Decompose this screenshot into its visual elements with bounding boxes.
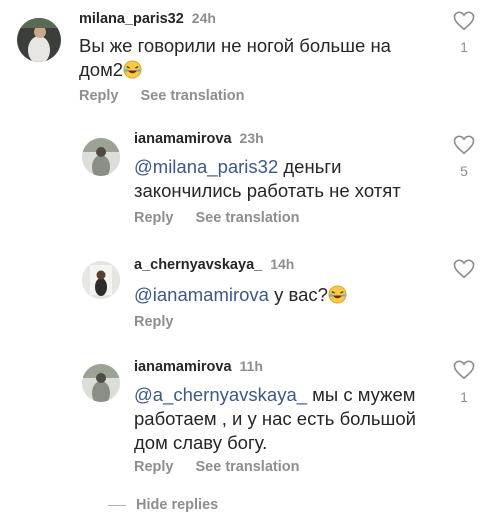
comment-meta: a_chernyavskaya_ 14h (134, 256, 294, 273)
username[interactable]: ianamamirova (134, 131, 232, 147)
comment-meta: ianamamirova 11h (134, 358, 263, 375)
comment-text: @ianamamirova у вас? (134, 283, 347, 307)
laughing-emoji-icon (328, 285, 347, 304)
laughing-emoji-icon (123, 60, 142, 79)
timestamp: 23h (239, 130, 264, 146)
reply-button[interactable]: Reply (134, 314, 174, 330)
reply-button[interactable]: Reply (134, 210, 174, 226)
comment-text-line: работаем , и у нас есть большой (134, 408, 416, 429)
like-count: 5 (460, 163, 468, 179)
see-translation-button[interactable]: See translation (196, 210, 300, 226)
comment-text-line: у вас? (268, 284, 328, 305)
comment-actions: Reply See translation (79, 88, 266, 104)
reply-button[interactable]: Reply (134, 459, 174, 475)
comment-text-line: деньги (278, 156, 342, 177)
comment-actions: Reply See translation (134, 459, 321, 475)
avatar[interactable] (82, 138, 120, 176)
heart-icon[interactable] (453, 135, 475, 155)
comment-text-line: Вы же говорили не ногой больше на (79, 35, 391, 56)
avatar[interactable] (82, 261, 120, 299)
comment-text-line: закончились работать не хотят (134, 180, 401, 201)
comment-actions: Reply See translation (134, 210, 321, 226)
heart-icon[interactable] (453, 360, 475, 380)
heart-icon[interactable] (453, 11, 475, 31)
hide-replies-label: Hide replies (136, 497, 219, 513)
like-count: 1 (460, 39, 468, 55)
comment-meta: ianamamirova 23h (134, 130, 264, 147)
comment-text: Вы же говорили не ногой больше на дом2 (79, 34, 391, 82)
username[interactable]: a_chernyavskaya_ (134, 257, 262, 273)
avatar[interactable] (82, 364, 120, 402)
comment-text-line: дом славу богу. (134, 432, 268, 453)
comment-text: @a_chernyavskaya_ мы с мужем работаем , … (134, 383, 416, 455)
comment-text-line-with-emoji: дом2 (79, 58, 391, 82)
mention-link[interactable]: @ianamamirova (134, 284, 269, 305)
avatar[interactable] (17, 18, 61, 62)
timestamp: 24h (191, 10, 216, 26)
comment-text-line: дом2 (79, 59, 124, 80)
mention-link[interactable]: @milana_paris32 (134, 156, 278, 177)
reply-button[interactable]: Reply (79, 88, 119, 104)
hide-replies-button[interactable]: Hide replies (108, 497, 218, 513)
timestamp: 14h (270, 256, 295, 272)
comment-text-line: мы с мужем (307, 384, 416, 405)
username[interactable]: ianamamirova (134, 359, 232, 375)
divider (108, 504, 126, 506)
like-count: 1 (460, 389, 468, 405)
mention-link[interactable]: @a_chernyavskaya_ (134, 384, 307, 405)
heart-icon[interactable] (453, 259, 475, 279)
timestamp: 11h (239, 358, 263, 374)
comment-actions: Reply (134, 314, 196, 330)
username[interactable]: milana_paris32 (79, 11, 184, 27)
see-translation-button[interactable]: See translation (196, 459, 300, 475)
comment-meta: milana_paris32 24h (79, 10, 216, 27)
comment-text: @milana_paris32 деньги закончились работ… (134, 155, 401, 203)
see-translation-button[interactable]: See translation (141, 88, 245, 104)
